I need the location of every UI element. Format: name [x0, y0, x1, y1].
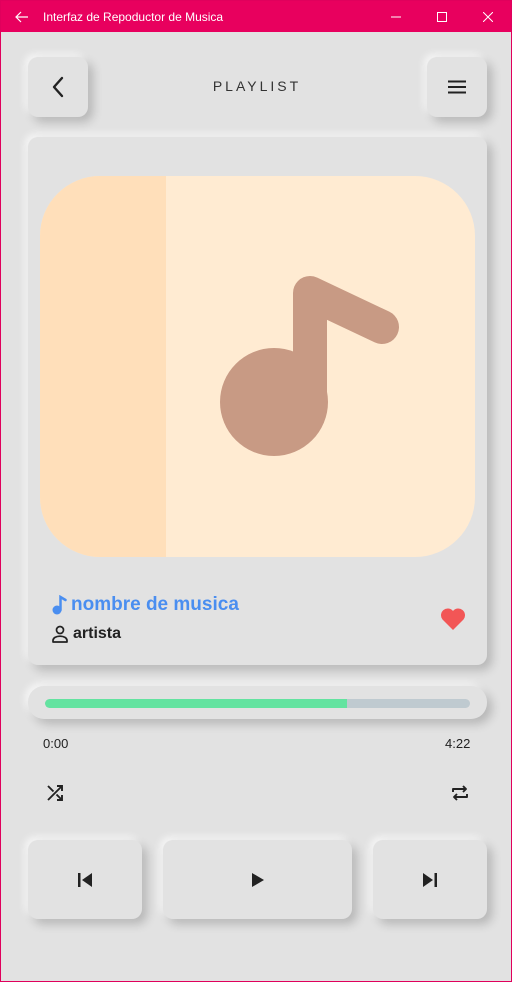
next-button[interactable] [373, 840, 487, 919]
person-icon [52, 625, 68, 643]
music-note-icon [220, 276, 399, 456]
heart-icon[interactable] [440, 607, 466, 631]
play-icon [251, 872, 264, 887]
artist-row: artista [51, 625, 121, 643]
shuffle-icon [47, 785, 63, 801]
maximize-button[interactable] [419, 1, 465, 32]
album-art [40, 176, 475, 557]
window-title: Interfaz de Repoductor de Musica [43, 9, 224, 24]
minimize-button[interactable] [373, 1, 419, 32]
music-note-small-icon [52, 595, 67, 615]
close-window-button[interactable] [465, 1, 511, 32]
maximize-icon [437, 11, 447, 22]
arrow-left-icon [15, 11, 28, 22]
total-time: 4:22 [445, 736, 471, 751]
song-title-row: nombre de musica [51, 594, 239, 616]
window-back-button[interactable] [1, 1, 43, 32]
minimize-icon [391, 16, 401, 17]
skip-next-icon [423, 872, 437, 887]
menu-button[interactable] [427, 57, 487, 117]
hamburger-menu-icon [448, 80, 466, 94]
song-title: nombre de musica [71, 594, 239, 615]
progress-fill [45, 699, 347, 708]
skip-previous-icon [78, 872, 92, 887]
shuffle-button[interactable] [41, 779, 69, 807]
current-time: 0:00 [43, 736, 69, 751]
window-titlebar: Interfaz de Repoductor de Musica [1, 1, 511, 32]
close-icon [483, 11, 493, 22]
artist-name: artista [73, 625, 122, 642]
progress-bar[interactable] [45, 699, 470, 708]
previous-button[interactable] [28, 840, 142, 919]
repeat-button[interactable] [446, 779, 474, 807]
play-button[interactable] [163, 840, 352, 919]
album-art-accent-band [40, 176, 166, 557]
repeat-icon [452, 785, 468, 801]
window-controls [373, 1, 511, 32]
